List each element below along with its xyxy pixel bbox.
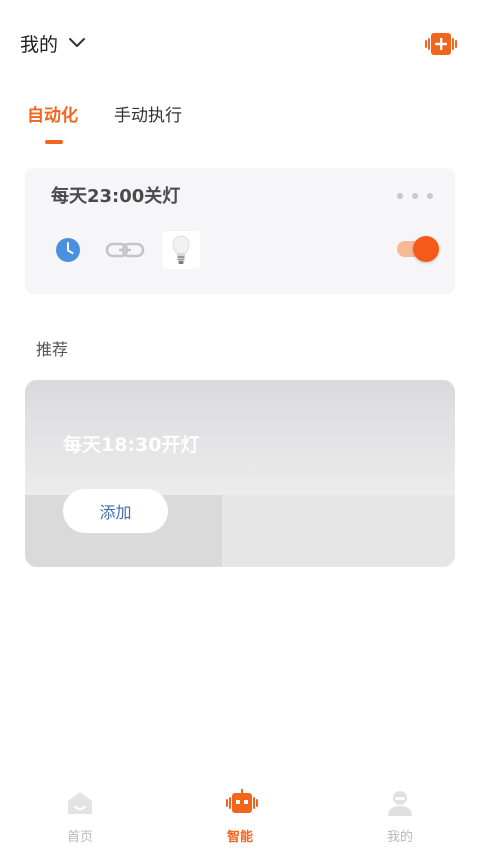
scene-title: 每天23:00关灯 [51, 186, 181, 207]
tab-manual-execution[interactable]: 手动执行 [114, 103, 182, 129]
recommend-card-title: 每天18:30开灯 [63, 434, 200, 456]
nav-smart-label: 智能 [226, 830, 253, 845]
scene-card[interactable]: 每天23:00关灯 [25, 168, 455, 294]
home-selector-label: 我的 [20, 33, 59, 56]
scene-enable-toggle[interactable] [397, 236, 439, 262]
tab-active-indicator [45, 140, 63, 144]
add-button[interactable]: 添加 [63, 489, 168, 533]
toggle-knob [413, 236, 439, 262]
nav-home-label: 首页 [66, 830, 93, 845]
robot-icon [226, 789, 258, 813]
more-dot-icon [427, 193, 433, 199]
bulb-icon [162, 231, 200, 269]
nav-mine[interactable]: 我的 [360, 788, 440, 848]
recommend-section-title: 推荐 [36, 340, 69, 359]
chevron-down-icon [69, 38, 86, 47]
nav-smart[interactable]: 智能 [200, 788, 280, 848]
user-icon [388, 791, 412, 816]
nav-home[interactable]: 首页 [40, 788, 120, 848]
nav-mine-label: 我的 [386, 830, 413, 845]
card-background [222, 495, 455, 567]
recommend-card[interactable]: 每天18:30开灯 添加 [25, 380, 455, 567]
home-selector[interactable]: 我的 [20, 26, 86, 60]
add-device-icon[interactable] [423, 28, 459, 60]
tab-automation[interactable]: 自动化 [27, 103, 78, 129]
more-dot-icon [412, 193, 418, 199]
link-icon [105, 242, 145, 258]
clock-icon [56, 238, 80, 262]
more-dot-icon [397, 193, 403, 199]
more-options-button[interactable] [397, 186, 433, 206]
home-icon [68, 792, 92, 814]
